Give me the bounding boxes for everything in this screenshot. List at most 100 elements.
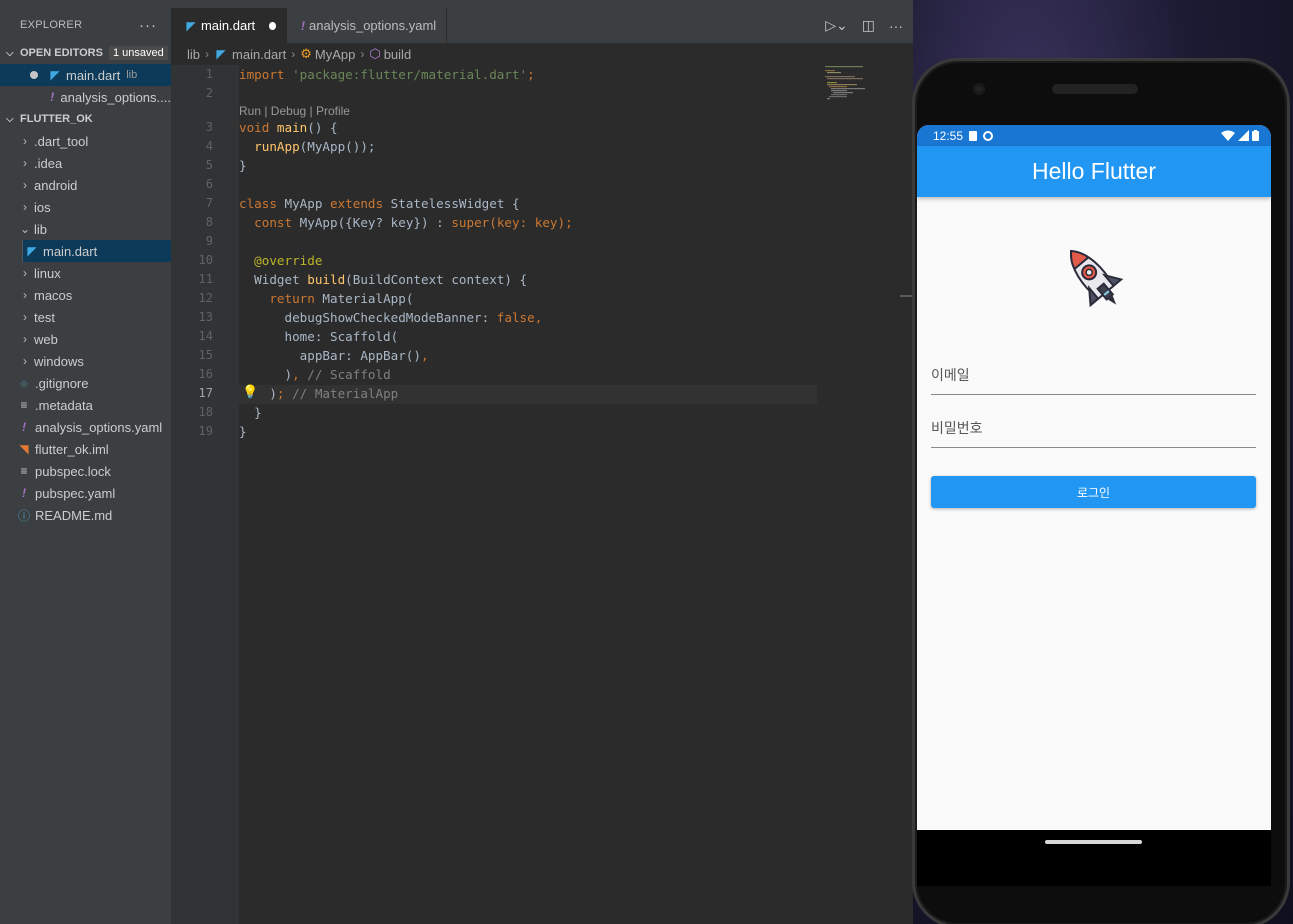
password-field[interactable]: 비밀번호 [931, 408, 1256, 448]
tree-item-label: README.md [35, 507, 113, 523]
tab-label: analysis_options.yaml [309, 18, 437, 33]
tree-item-gitignore[interactable]: ◆ .gitignore [0, 372, 171, 394]
line-number: 10 [198, 253, 213, 267]
line-number: 7 [205, 196, 213, 210]
tree-item-readme[interactable]: ⓘ README.md [0, 504, 171, 526]
line-number: 13 [198, 310, 213, 324]
signal-icon [1238, 130, 1249, 141]
open-editor-label: main.dart [66, 67, 121, 83]
chevron-right-icon: › [23, 178, 27, 192]
yaml-file-icon: ! [301, 18, 305, 33]
run-debug-icon[interactable]: ▷⌄ [825, 17, 848, 34]
tree-item-web[interactable]: › web [0, 328, 171, 350]
yaml-file-icon: ! [22, 486, 26, 500]
code-line-14: home: Scaffold( [239, 329, 399, 344]
line-number-current: 17 [198, 386, 213, 400]
title-strip [0, 0, 913, 8]
tree-item-ios[interactable]: › ios [0, 196, 171, 218]
dart-file-icon: ◤ [27, 244, 37, 258]
tree-item-main-dart[interactable]: ◤ main.dart [22, 240, 171, 262]
emulator-screen[interactable]: 12:55 Hello Flutter 이메일 비밀번호 로그인 [917, 125, 1271, 850]
tree-item-idea[interactable]: › .idea [0, 152, 171, 174]
email-field[interactable]: 이메일 [931, 355, 1256, 395]
tree-item-linux[interactable]: › linux [0, 262, 171, 284]
line-number: 16 [198, 367, 213, 381]
tree-item-label: .dart_tool [34, 133, 89, 149]
unsaved-dot-icon[interactable] [269, 21, 276, 30]
login-button[interactable]: 로그인 [931, 476, 1256, 508]
tab-main-dart[interactable]: ◤ main.dart [171, 8, 287, 43]
tree-item-macos[interactable]: › macos [0, 284, 171, 306]
open-editor-main-dart[interactable]: ◤ main.dart lib [0, 64, 171, 86]
minimap[interactable] [823, 65, 883, 105]
tree-item-windows[interactable]: › windows [0, 350, 171, 372]
chevron-down-icon: ⌵ [6, 113, 14, 125]
tree-item-label: main.dart [43, 243, 98, 259]
tab-label: main.dart [200, 18, 256, 33]
code-line-19: } [239, 424, 247, 439]
more-actions-icon[interactable]: ··· [889, 18, 903, 34]
project-label: FLUTTER_OK [20, 113, 93, 125]
status-left: 12:55 [933, 129, 994, 143]
line-number-gutter: 1 2 3 4 5 6 7 8 9 10 11 12 13 14 15 16 1… [171, 65, 239, 924]
code-line-18: } [239, 405, 262, 420]
open-editor-desc: lib [126, 69, 138, 81]
code-editor[interactable]: 1 2 3 4 5 6 7 8 9 10 11 12 13 14 15 16 1… [171, 65, 913, 924]
tree-item-label: .metadata [35, 397, 93, 413]
tree-item-lib[interactable]: ⌄ lib [0, 218, 171, 240]
unsaved-badge: 1 unsaved [108, 46, 168, 60]
tree-item-label: ios [34, 199, 51, 215]
open-editor-analysis-options[interactable]: ! analysis_options.... [0, 86, 171, 108]
editor-tabs: ◤ main.dart ! analysis_options.yaml ▷⌄ ◫… [171, 8, 913, 43]
tree-item-test[interactable]: › test [0, 306, 171, 328]
sync-icon [983, 130, 994, 141]
tab-analysis-options[interactable]: ! analysis_options.yaml [287, 8, 447, 43]
line-number: 6 [205, 177, 213, 191]
email-field-label: 이메일 [931, 368, 970, 384]
tree-item-dart-tool[interactable]: › .dart_tool [0, 130, 171, 152]
dart-file-icon: ◤ [186, 18, 196, 33]
rocket-icon [1070, 249, 1124, 308]
project-section[interactable]: ⌵ FLUTTER_OK [0, 108, 171, 130]
explorer-header: EXPLORER ··· [0, 8, 171, 42]
unsaved-dot-icon[interactable] [30, 71, 38, 79]
breadcrumb-lib[interactable]: lib [187, 47, 200, 62]
yaml-file-icon: ! [22, 420, 26, 434]
breadcrumb-file[interactable]: main.dart [232, 47, 286, 62]
app-bar: Hello Flutter [917, 146, 1271, 197]
more-actions-icon[interactable]: ··· [139, 17, 157, 34]
android-status-bar: 12:55 [917, 125, 1271, 146]
line-number: 8 [205, 215, 213, 229]
tree-item-pubspec-lock[interactable]: ≡ pubspec.lock [0, 460, 171, 482]
code-line-7: class MyApp extends StatelessWidget { [239, 196, 520, 211]
chevron-right-icon: › [360, 47, 365, 61]
tree-item-android[interactable]: › android [0, 174, 171, 196]
battery-icon [1252, 130, 1259, 141]
code-line-13: debugShowCheckedModeBanner: false, [239, 310, 543, 325]
tree-item-analysis-options[interactable]: ! analysis_options.yaml [0, 416, 171, 438]
code-line-5: } [239, 158, 247, 173]
yaml-file-icon: ! [50, 90, 55, 104]
split-editor-icon[interactable]: ◫ [862, 17, 875, 34]
line-number: 14 [198, 329, 213, 343]
android-nav-area [917, 830, 1271, 886]
tree-item-pubspec-yaml[interactable]: ! pubspec.yaml [0, 482, 171, 504]
chevron-right-icon: › [23, 310, 27, 324]
text-file-icon: ≡ [20, 464, 28, 478]
breadcrumb-method[interactable]: build [384, 47, 411, 62]
tree-item-metadata[interactable]: ≡ .metadata [0, 394, 171, 416]
tree-item-flutter-ok-iml[interactable]: ◥ flutter_ok.iml [0, 438, 171, 460]
home-gesture-bar[interactable] [1045, 840, 1142, 844]
chevron-down-icon: ⌄ [19, 222, 31, 236]
codelens-run-debug-profile[interactable]: Run | Debug | Profile [239, 104, 350, 118]
text-file-icon: ≡ [20, 398, 28, 412]
open-editors-section[interactable]: ⌵ OPEN EDITORS 1 unsaved [0, 42, 171, 64]
line-number: 11 [198, 272, 213, 286]
rss-file-icon: ◥ [19, 442, 29, 456]
line-number: 3 [205, 120, 213, 134]
line-number: 2 [205, 86, 213, 100]
sd-card-icon [969, 130, 978, 141]
tree-item-label: pubspec.yaml [35, 485, 116, 501]
tree-item-label: flutter_ok.iml [35, 441, 109, 457]
breadcrumb-class[interactable]: MyApp [315, 47, 355, 62]
